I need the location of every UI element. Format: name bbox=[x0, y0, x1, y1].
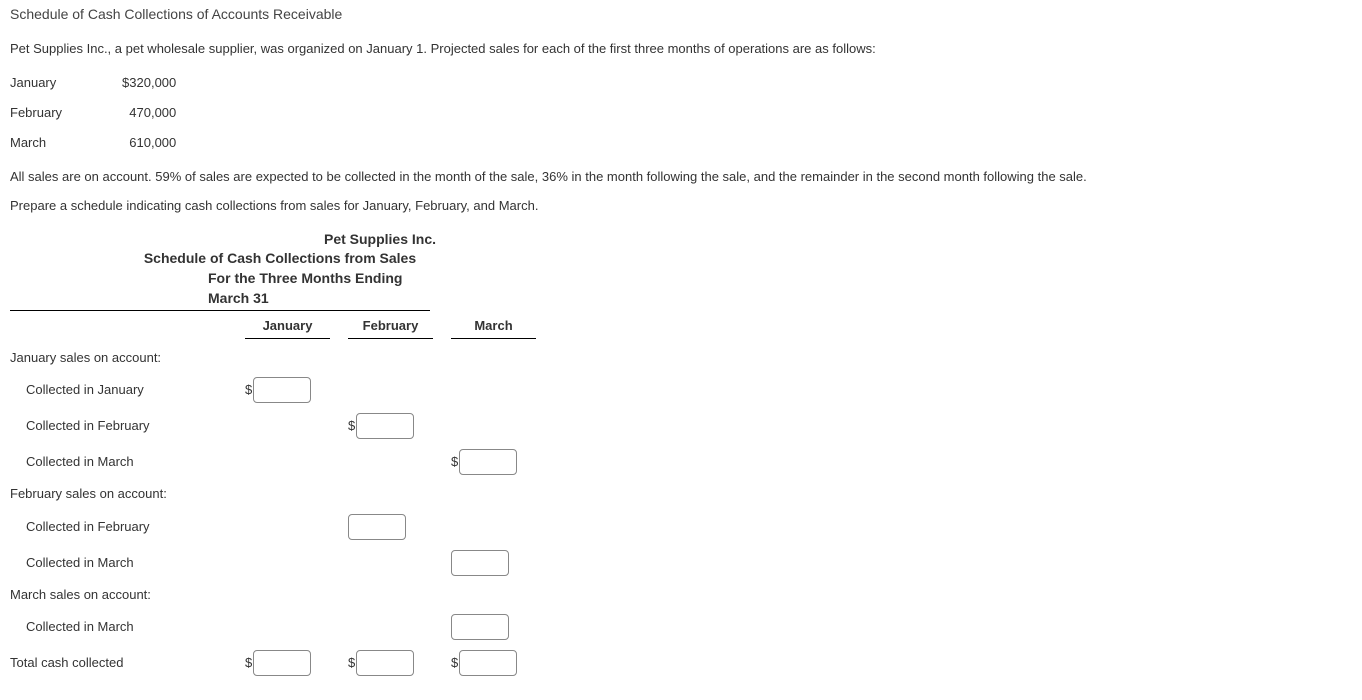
row-label: Collected in March bbox=[10, 453, 245, 471]
dollar-sign: $ bbox=[245, 654, 252, 672]
feb-feb-input[interactable] bbox=[348, 514, 406, 540]
table-row: January $320,000 bbox=[10, 68, 176, 98]
table-row: March 610,000 bbox=[10, 128, 176, 158]
jan-feb-input[interactable] bbox=[356, 413, 414, 439]
col-march: March bbox=[451, 317, 536, 339]
total-jan-input[interactable] bbox=[253, 650, 311, 676]
dollar-sign: $ bbox=[348, 654, 355, 672]
month-label: March bbox=[10, 128, 122, 158]
col-january: January bbox=[245, 317, 330, 339]
report-period: For the Three Months Ending March 31 bbox=[130, 269, 430, 308]
projected-sales-table: January $320,000 February 470,000 March … bbox=[10, 68, 176, 159]
policy-text: All sales are on account. 59% of sales a… bbox=[10, 168, 1352, 186]
total-mar-input[interactable] bbox=[459, 650, 517, 676]
dollar-sign: $ bbox=[348, 417, 355, 435]
total-feb-input[interactable] bbox=[356, 650, 414, 676]
jan-mar-input[interactable] bbox=[459, 449, 517, 475]
amount-value: $320,000 bbox=[122, 68, 176, 98]
month-label: January bbox=[10, 68, 122, 98]
jan-sales-header: January sales on account: bbox=[10, 349, 245, 367]
amount-value: 470,000 bbox=[122, 98, 176, 128]
table-row: February 470,000 bbox=[10, 98, 176, 128]
feb-sales-header: February sales on account: bbox=[10, 485, 245, 503]
row-label: Collected in March bbox=[10, 618, 245, 636]
row-label: Collected in January bbox=[10, 381, 245, 399]
row-label: Collected in February bbox=[10, 518, 245, 536]
intro-text: Pet Supplies Inc., a pet wholesale suppl… bbox=[10, 40, 1352, 58]
report-title: Schedule of Cash Collections from Sales bbox=[130, 249, 430, 269]
schedule-header: Pet Supplies Inc. Schedule of Cash Colle… bbox=[10, 230, 430, 311]
total-label: Total cash collected bbox=[10, 654, 245, 672]
jan-jan-input[interactable] bbox=[253, 377, 311, 403]
dollar-sign: $ bbox=[451, 453, 458, 471]
col-february: February bbox=[348, 317, 433, 339]
dollar-sign: $ bbox=[245, 381, 252, 399]
month-label: February bbox=[10, 98, 122, 128]
row-label: Collected in March bbox=[10, 554, 245, 572]
instruction-text: Prepare a schedule indicating cash colle… bbox=[10, 197, 1352, 215]
mar-mar-input[interactable] bbox=[451, 614, 509, 640]
feb-mar-input[interactable] bbox=[451, 550, 509, 576]
mar-sales-header: March sales on account: bbox=[10, 586, 245, 604]
company-name: Pet Supplies Inc. bbox=[130, 230, 510, 250]
dollar-sign: $ bbox=[451, 654, 458, 672]
amount-value: 610,000 bbox=[122, 128, 176, 158]
page-title: Schedule of Cash Collections of Accounts… bbox=[10, 5, 1352, 25]
column-headers: January February March bbox=[10, 317, 1352, 339]
row-label: Collected in February bbox=[10, 417, 245, 435]
